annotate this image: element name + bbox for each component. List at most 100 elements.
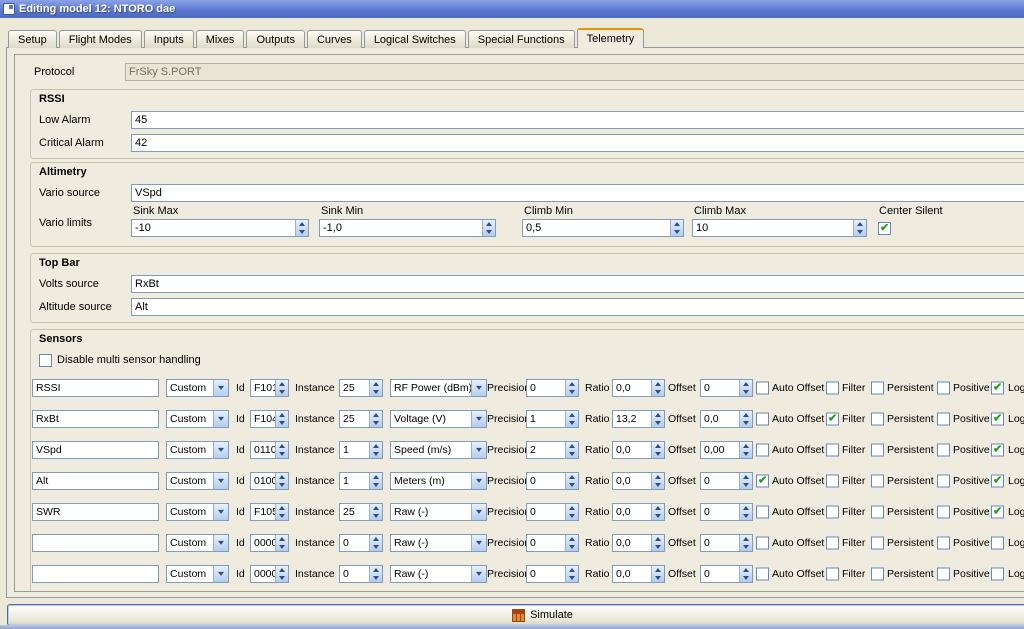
volts-source-input[interactable] [131, 275, 1024, 293]
spinner-up-icon[interactable] [740, 411, 752, 419]
spinner-buttons[interactable] [651, 411, 664, 427]
sensor-unit-dropdown[interactable]: Speed (m/s) [390, 441, 487, 459]
sensor-ratio-spinbox[interactable]: 0,0 [612, 503, 665, 521]
climb-max-spinbox[interactable]: 10 [692, 219, 867, 237]
spinner-down-icon[interactable] [483, 228, 495, 236]
auto-offset-checkbox[interactable] [756, 413, 769, 426]
spinner-down-icon[interactable] [566, 388, 578, 396]
spinner-down-icon[interactable] [740, 388, 752, 396]
sensor-ratio-spinbox[interactable]: 0,0 [612, 379, 665, 397]
persistent-checkbox[interactable] [871, 568, 884, 581]
spinner-up-icon[interactable] [566, 442, 578, 450]
sensor-name-input[interactable] [32, 441, 159, 459]
sensor-offset-spinbox[interactable]: 0 [700, 379, 753, 397]
climb-min-spinbox[interactable]: 0,5 [522, 219, 684, 237]
center-silent-checkbox[interactable] [878, 222, 891, 235]
spinner-buttons[interactable] [275, 380, 288, 396]
spinner-down-icon[interactable] [276, 388, 288, 396]
spinner-up-icon[interactable] [740, 504, 752, 512]
sensor-offset-spinbox[interactable]: 0 [700, 534, 753, 552]
sensor-offset-spinbox[interactable]: 0 [700, 472, 753, 490]
spinner-up-icon[interactable] [740, 566, 752, 574]
spinner-buttons[interactable] [295, 220, 308, 236]
positive-checkbox[interactable] [937, 413, 950, 426]
sink-max-spinbox[interactable]: -10 [131, 219, 309, 237]
spinner-up-icon[interactable] [276, 411, 288, 419]
sensor-type-dropdown[interactable]: Custom [166, 534, 229, 552]
spinner-buttons[interactable] [565, 566, 578, 582]
sensor-precision-spinbox[interactable]: 0 [526, 534, 579, 552]
spinner-up-icon[interactable] [370, 411, 382, 419]
log-checkbox[interactable] [991, 475, 1004, 488]
spinner-up-icon[interactable] [652, 411, 664, 419]
log-checkbox[interactable] [991, 568, 1004, 581]
spinner-down-icon[interactable] [276, 481, 288, 489]
sensor-unit-dropdown[interactable]: Voltage (V) [390, 410, 487, 428]
spinner-up-icon[interactable] [296, 220, 308, 228]
spinner-buttons[interactable] [565, 411, 578, 427]
spinner-buttons[interactable] [739, 504, 752, 520]
sensor-unit-dropdown[interactable]: Raw (-) [390, 565, 487, 583]
sensor-precision-spinbox[interactable]: 1 [526, 410, 579, 428]
sensor-type-dropdown[interactable]: Custom [166, 472, 229, 490]
spinner-down-icon[interactable] [740, 574, 752, 582]
spinner-down-icon[interactable] [566, 481, 578, 489]
spinner-buttons[interactable] [853, 220, 866, 236]
spinner-buttons[interactable] [651, 535, 664, 551]
spinner-down-icon[interactable] [652, 574, 664, 582]
spinner-up-icon[interactable] [854, 220, 866, 228]
spinner-buttons[interactable] [651, 380, 664, 396]
persistent-checkbox[interactable] [871, 382, 884, 395]
spinner-down-icon[interactable] [370, 450, 382, 458]
filter-checkbox[interactable] [826, 568, 839, 581]
spinner-buttons[interactable] [651, 442, 664, 458]
auto-offset-checkbox[interactable] [756, 506, 769, 519]
spinner-up-icon[interactable] [370, 504, 382, 512]
spinner-down-icon[interactable] [671, 228, 683, 236]
positive-checkbox[interactable] [937, 506, 950, 519]
sensor-precision-spinbox[interactable]: 0 [526, 503, 579, 521]
tab-telemetry[interactable]: Telemetry [577, 28, 645, 48]
spinner-down-icon[interactable] [652, 450, 664, 458]
spinner-down-icon[interactable] [566, 419, 578, 427]
spinner-down-icon[interactable] [566, 512, 578, 520]
sensor-instance-spinbox[interactable]: 1 [339, 472, 383, 490]
sensor-ratio-spinbox[interactable]: 0,0 [612, 534, 665, 552]
dropdown-arrow-icon[interactable] [471, 473, 486, 489]
sensor-precision-spinbox[interactable]: 0 [526, 565, 579, 583]
spinner-up-icon[interactable] [566, 566, 578, 574]
spinner-buttons[interactable] [739, 411, 752, 427]
filter-checkbox[interactable] [826, 506, 839, 519]
log-checkbox[interactable] [991, 413, 1004, 426]
spinner-up-icon[interactable] [740, 535, 752, 543]
spinner-up-icon[interactable] [652, 504, 664, 512]
sensor-ratio-spinbox[interactable]: 0,0 [612, 441, 665, 459]
spinner-down-icon[interactable] [566, 450, 578, 458]
dropdown-arrow-icon[interactable] [471, 442, 486, 458]
dropdown-arrow-icon[interactable] [471, 411, 486, 427]
spinner-up-icon[interactable] [276, 442, 288, 450]
spinner-buttons[interactable] [369, 504, 382, 520]
filter-checkbox[interactable] [826, 475, 839, 488]
sensor-offset-spinbox[interactable]: 0,0 [700, 410, 753, 428]
spinner-buttons[interactable] [739, 535, 752, 551]
dropdown-arrow-icon[interactable] [213, 411, 228, 427]
spinner-up-icon[interactable] [370, 473, 382, 481]
sensor-id-spinbox[interactable]: 0000 [250, 534, 289, 552]
spinner-down-icon[interactable] [370, 512, 382, 520]
spinner-up-icon[interactable] [671, 220, 683, 228]
spinner-up-icon[interactable] [740, 380, 752, 388]
spinner-buttons[interactable] [565, 535, 578, 551]
log-checkbox[interactable] [991, 382, 1004, 395]
dropdown-arrow-icon[interactable] [471, 504, 486, 520]
filter-checkbox[interactable] [826, 413, 839, 426]
sensor-instance-spinbox[interactable]: 0 [339, 565, 383, 583]
spinner-down-icon[interactable] [854, 228, 866, 236]
sensor-type-dropdown[interactable]: Custom [166, 441, 229, 459]
spinner-down-icon[interactable] [276, 512, 288, 520]
spinner-down-icon[interactable] [370, 481, 382, 489]
tab-setup[interactable]: Setup [8, 30, 57, 48]
sensor-offset-spinbox[interactable]: 0,00 [700, 441, 753, 459]
spinner-down-icon[interactable] [276, 543, 288, 551]
spinner-buttons[interactable] [651, 473, 664, 489]
